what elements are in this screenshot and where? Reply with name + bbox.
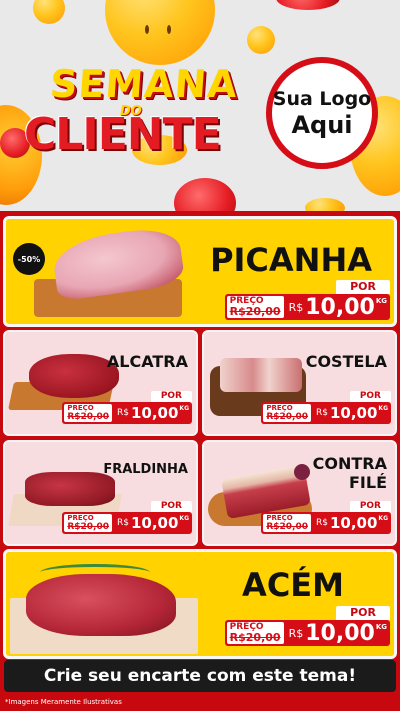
logo-text-line1: Sua Logo [272,87,372,110]
event-title: SEMANA DO CLIENTE [20,62,260,162]
acem-image [10,560,200,656]
product-card-alcatra: ALCATRA POR PREÇO R$20,00 R$ 10,00 KG [3,330,198,436]
product-name: CONTRA FILÉ [313,454,387,492]
hero-banner: SEMANA DO CLIENTE Sua Logo Aqui [0,0,400,212]
unit-label: KG [179,405,189,412]
product-card-fraldinha: FRALDINHA POR PREÇO R$20,00 R$ 10,00 KG [3,440,198,546]
por-label: POR [349,501,391,512]
emoji-face-icon [105,0,215,65]
price-tag: POR PREÇO R$20,00 R$ 10,00 KG [261,391,391,427]
product-name-line1: CONTRA [312,454,387,473]
sale-price: 10,00 [329,404,378,422]
picanha-image [34,224,186,317]
currency-symbol: R$ [116,518,129,528]
sale-price: 10,00 [305,294,375,320]
title-semana: SEMANA [48,62,240,106]
emoji-face-icon [33,0,65,24]
unit-label: KG [378,405,388,412]
disclaimer-text: *Imagens Meramente Ilustrativas [5,698,122,706]
unit-label: KG [378,515,388,522]
logo-placeholder: Sua Logo Aqui [266,57,378,169]
unit-label: KG [375,623,387,631]
price-tag: POR PREÇO R$20,00 R$ 10,00 KG [62,391,192,427]
old-price: PREÇO R$20,00 [263,404,311,422]
product-name: FRALDINHA [103,462,188,477]
product-name-line2: FILÉ [348,473,387,492]
product-name: ACÉM [242,566,344,604]
product-card-costela: COSTELA POR PREÇO R$20,00 R$ 10,00 KG [202,330,397,436]
heart-bubble-icon [174,178,236,212]
product-card-picanha: -50% PICANHA POR PREÇO R$20,00 R$ 10,00 … [3,216,397,327]
product-name: PICANHA [210,241,372,279]
old-price: PREÇO R$20,00 [226,296,284,318]
currency-symbol: R$ [315,518,328,528]
logo-text-line2: Aqui [291,110,353,139]
por-label: POR [336,606,390,620]
price-tag: POR PREÇO R$20,00 R$ 10,00 KG [224,280,390,324]
unit-label: KG [375,297,387,305]
product-name: ALCATRA [106,352,188,371]
old-price: PREÇO R$20,00 [263,514,311,532]
products-panel: -50% PICANHA POR PREÇO R$20,00 R$ 10,00 … [0,211,400,711]
price-tag: POR PREÇO R$20,00 R$ 10,00 KG [261,501,391,537]
old-price: PREÇO R$20,00 [226,622,284,644]
heart-bubble-icon [276,0,340,10]
sale-price: 10,00 [130,404,179,422]
sale-price: 10,00 [305,620,375,646]
emoji-face-icon [247,26,275,54]
unit-label: KG [179,515,189,522]
por-label: POR [150,501,192,512]
old-price: PREÇO R$20,00 [64,404,112,422]
emoji-face-icon [305,198,345,212]
por-label: POR [336,280,390,294]
sale-price: 10,00 [329,514,378,532]
title-cliente: CLIENTE [24,109,222,160]
discount-badge: -50% [13,243,45,275]
price-tag: POR PREÇO R$20,00 R$ 10,00 KG [224,606,390,652]
cta-banner[interactable]: Crie seu encarte com este tema! [4,660,396,692]
product-card-acem: ACÉM POR PREÇO R$20,00 R$ 10,00 KG [3,549,397,659]
sale-price: 10,00 [130,514,179,532]
por-label: POR [150,391,192,402]
currency-symbol: R$ [315,408,328,418]
currency-symbol: R$ [116,408,129,418]
product-name: COSTELA [305,352,387,371]
product-card-contra-file: CONTRA FILÉ POR PREÇO R$20,00 R$ 10,00 K… [202,440,397,546]
old-price: PREÇO R$20,00 [64,514,112,532]
currency-symbol: R$ [288,626,304,640]
price-tag: POR PREÇO R$20,00 R$ 10,00 KG [62,501,192,537]
currency-symbol: R$ [288,300,304,314]
por-label: POR [349,391,391,402]
